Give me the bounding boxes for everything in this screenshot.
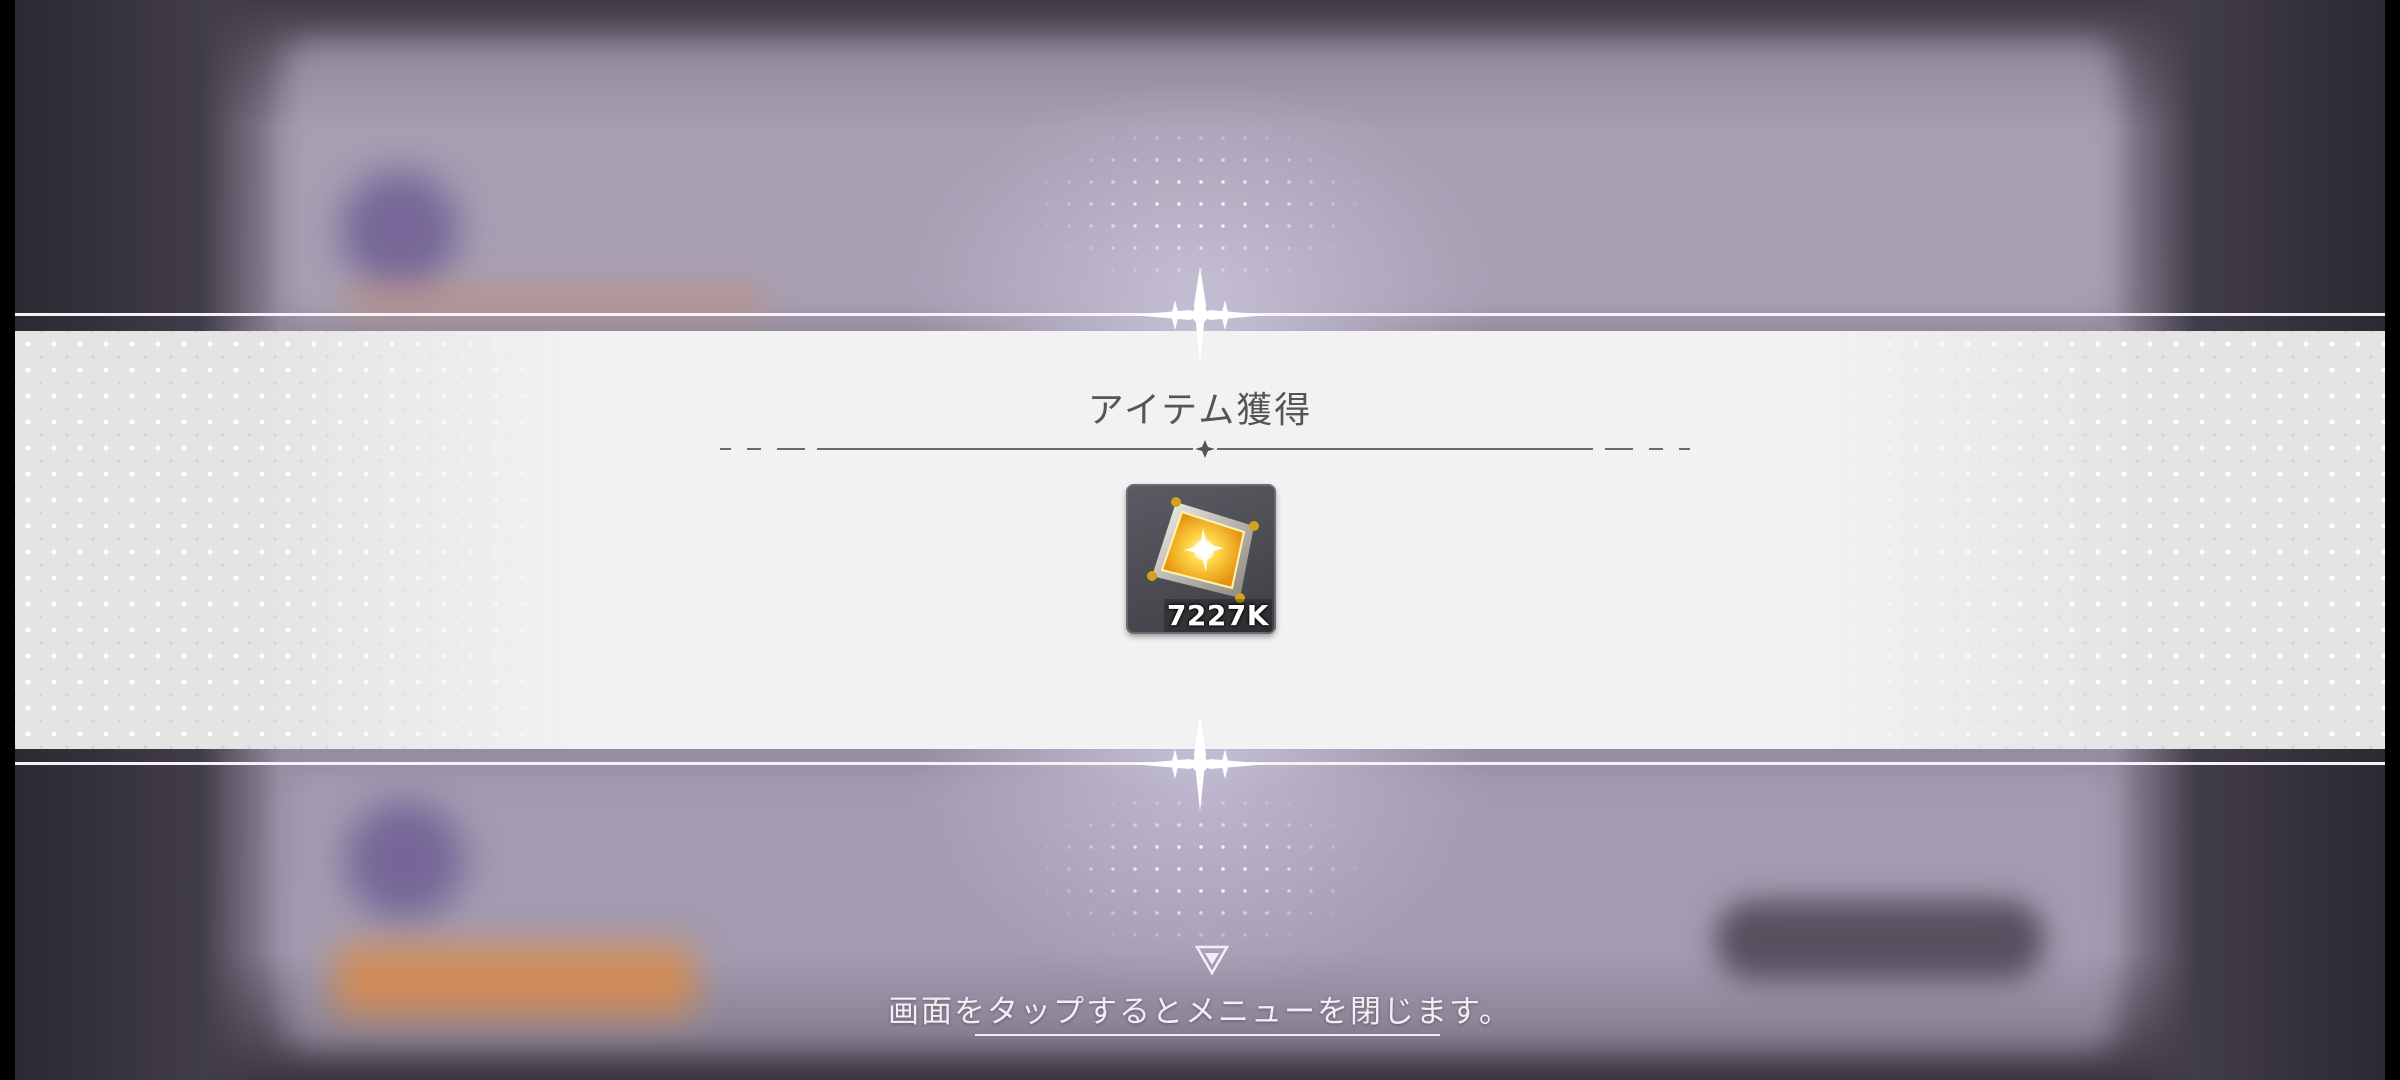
star-emblem-top-icon bbox=[1132, 267, 1268, 363]
title-divider bbox=[720, 440, 1690, 458]
blurred-bar bbox=[345, 285, 765, 315]
blurred-avatar bbox=[345, 800, 465, 920]
hint-underline bbox=[975, 1034, 1440, 1036]
blurred-button bbox=[1715, 900, 2045, 980]
blurred-avatar bbox=[340, 170, 460, 290]
gold-crystal-icon bbox=[1147, 497, 1259, 603]
tap-down-arrow-icon bbox=[1194, 945, 1230, 976]
close-hint-text[interactable]: 画面をタップするとメニューを閉じます。 bbox=[15, 986, 2385, 1031]
dialog-title: アイテム獲得 bbox=[1087, 390, 1313, 431]
item-count: 7227K bbox=[1163, 599, 1272, 632]
star-emblem-bottom-icon bbox=[1132, 716, 1268, 812]
reward-screen[interactable]: アイテム獲得 7227K 画面をタップするとメニューを閉じます。 bbox=[15, 0, 2385, 1080]
reward-item-card[interactable]: 7227K bbox=[1126, 484, 1276, 634]
